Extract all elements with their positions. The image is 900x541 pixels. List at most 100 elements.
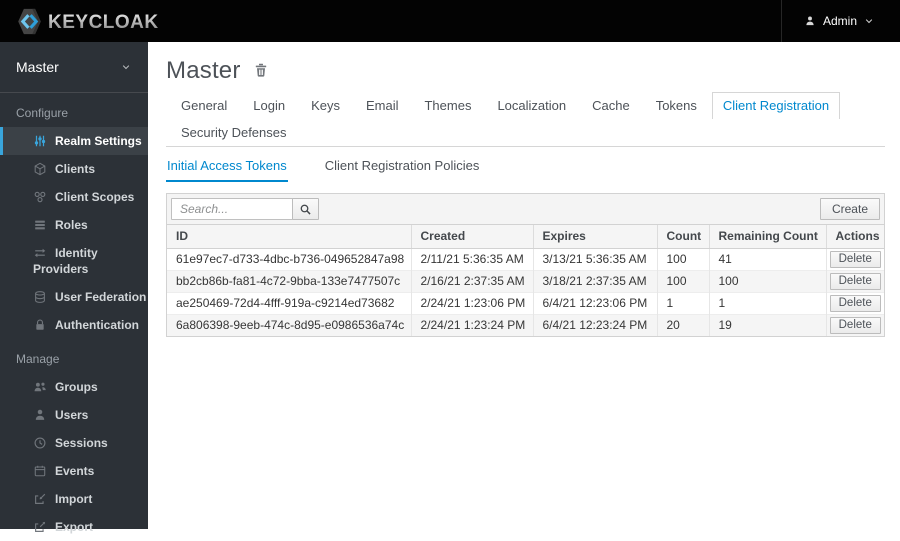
cell-created: 2/24/21 1:23:24 PM xyxy=(410,314,533,336)
table-toolbar: Create xyxy=(167,194,884,225)
cell-remaining-count: 19 xyxy=(708,314,826,336)
sidebar-item-label: Export xyxy=(55,520,94,534)
circles-icon xyxy=(33,190,47,204)
realm-selector-label: Master xyxy=(16,59,59,75)
client-registration-subtabs: Initial Access Tokens Client Registration… xyxy=(166,154,885,182)
tab-security-defenses[interactable]: Security Defenses xyxy=(170,119,298,146)
sidebar-item-groups[interactable]: Groups xyxy=(0,373,148,401)
cell-expires: 6/4/21 12:23:24 PM xyxy=(532,314,657,336)
tab-keys[interactable]: Keys xyxy=(300,92,351,119)
sidebar-item-users[interactable]: Users xyxy=(0,401,148,429)
sidebar-item-export[interactable]: Export xyxy=(0,513,148,541)
tab-tokens[interactable]: Tokens xyxy=(645,92,708,119)
user-menu[interactable]: Admin xyxy=(780,0,900,42)
column-header-created: Created xyxy=(410,225,533,249)
sidebar-item-authentication[interactable]: Authentication xyxy=(0,311,148,339)
group-icon xyxy=(33,380,47,394)
cell-count: 20 xyxy=(656,314,709,336)
user-icon xyxy=(804,15,816,27)
sidebar-item-label: Realm Settings xyxy=(55,134,142,148)
clock-icon xyxy=(33,436,47,450)
cell-created: 2/11/21 5:36:35 AM xyxy=(410,248,533,271)
cell-id: ae250469-72d4-4fff-919a-c9214ed73682 xyxy=(167,292,411,315)
cell-expires: 6/4/21 12:23:06 PM xyxy=(532,292,657,315)
brand-wordmark: KEYCLOAK xyxy=(48,12,159,33)
sidebar-item-label: Groups xyxy=(55,380,98,394)
delete-button[interactable]: Delete xyxy=(829,251,881,268)
delete-button[interactable]: Delete xyxy=(829,295,881,312)
roles-icon xyxy=(33,218,47,232)
sidebar-item-realm-settings[interactable]: Realm Settings xyxy=(0,127,148,155)
tab-login[interactable]: Login xyxy=(242,92,296,119)
sidebar-item-label: Roles xyxy=(55,218,88,232)
realm-selector[interactable]: Master xyxy=(0,42,148,93)
cell-count: 100 xyxy=(656,248,709,271)
search-button[interactable] xyxy=(292,198,319,220)
sidebar-item-label: Events xyxy=(55,464,95,478)
cell-expires: 3/18/21 2:37:35 AM xyxy=(532,270,657,293)
search-icon xyxy=(299,203,312,216)
page-header: Master xyxy=(166,56,885,86)
sidebar-item-label: Import xyxy=(55,492,93,506)
sidebar-item-clients[interactable]: Clients xyxy=(0,155,148,183)
trash-icon xyxy=(253,62,269,78)
tab-email[interactable]: Email xyxy=(355,92,410,119)
brand-text: KEYCLOAK xyxy=(48,12,159,33)
sidebar-item-label: Client Scopes xyxy=(55,190,135,204)
page-title: Master xyxy=(166,57,241,84)
sidebar-item-events[interactable]: Events xyxy=(0,457,148,485)
cell-actions: Delete xyxy=(825,314,884,336)
tab-client-registration[interactable]: Client Registration xyxy=(711,92,841,119)
import-icon xyxy=(33,492,47,506)
delete-realm-button[interactable] xyxy=(253,62,269,80)
table-row: 61e97ec7-d733-4dbc-b736-049652847a98 2/11… xyxy=(167,248,884,271)
delete-button[interactable]: Delete xyxy=(829,317,881,334)
initial-access-tokens-table: ID Created Expires Count Remaining Count Acti… xyxy=(167,225,884,336)
subtab-initial-access-tokens[interactable]: Initial Access Tokens xyxy=(166,154,288,182)
sidebar-item-roles[interactable]: Roles xyxy=(0,211,148,239)
cell-expires: 3/13/21 5:36:35 AM xyxy=(532,248,657,271)
cell-count: 1 xyxy=(656,292,709,315)
cell-count: 100 xyxy=(656,270,709,293)
create-button[interactable]: Create xyxy=(819,198,880,220)
cell-remaining-count: 41 xyxy=(708,248,826,271)
search-input[interactable] xyxy=(171,198,293,220)
table-body: 61e97ec7-d733-4dbc-b736-049652847a98 2/11… xyxy=(167,248,884,336)
tab-general[interactable]: General xyxy=(170,92,238,119)
table-row: bb2cb86b-fa81-4c72-9bba-133e7477507c 2/16… xyxy=(167,270,884,293)
sidebar-nav: Configure Realm Settings Clients Client Sco… xyxy=(0,93,148,541)
nav-list: Realm Settings Clients Client Scopes Roles I… xyxy=(0,127,148,339)
delete-button[interactable]: Delete xyxy=(829,273,881,290)
column-header-expires: Expires xyxy=(532,225,657,249)
chevron-down-icon xyxy=(121,62,131,72)
sidebar-item-import[interactable]: Import xyxy=(0,485,148,513)
exchange-icon xyxy=(33,246,47,260)
column-header-actions: Actions xyxy=(825,225,884,249)
tab-themes[interactable]: Themes xyxy=(413,92,482,119)
cell-actions: Delete xyxy=(825,248,884,271)
keycloak-hexagon-icon xyxy=(18,8,41,34)
export-icon xyxy=(33,520,47,534)
column-header-count: Count xyxy=(656,225,709,249)
database-icon xyxy=(33,290,47,304)
column-header-remaining-count: Remaining Count xyxy=(708,225,826,249)
keycloak-logo: KEYCLOAK xyxy=(0,6,160,37)
sidebar-item-user-federation[interactable]: User Federation xyxy=(0,283,148,311)
column-header-id: ID xyxy=(167,225,411,249)
chevron-down-icon xyxy=(864,16,874,26)
sidebar-item-sessions[interactable]: Sessions xyxy=(0,429,148,457)
nav-section-label-configure: Configure xyxy=(16,106,69,120)
table-row: 6a806398-9eeb-474c-8d95-e0986536a74c 2/24… xyxy=(167,314,884,336)
user-icon xyxy=(33,408,47,422)
table-header-row: ID Created Expires Count Remaining Count Acti… xyxy=(167,225,884,249)
sidebar-item-client-scopes[interactable]: Client Scopes xyxy=(0,183,148,211)
tab-cache[interactable]: Cache xyxy=(581,92,641,119)
cube-icon xyxy=(33,162,47,176)
lock-icon xyxy=(33,318,47,332)
sidebar-item-identity-providers[interactable]: Identity Providers xyxy=(0,239,148,283)
tab-localization[interactable]: Localization xyxy=(486,92,577,119)
cell-id: 6a806398-9eeb-474c-8d95-e0986536a74c xyxy=(167,314,411,336)
cell-actions: Delete xyxy=(825,270,884,293)
subtab-client-registration-policies[interactable]: Client Registration Policies xyxy=(324,154,481,182)
sidebar-item-label: Authentication xyxy=(55,318,139,332)
